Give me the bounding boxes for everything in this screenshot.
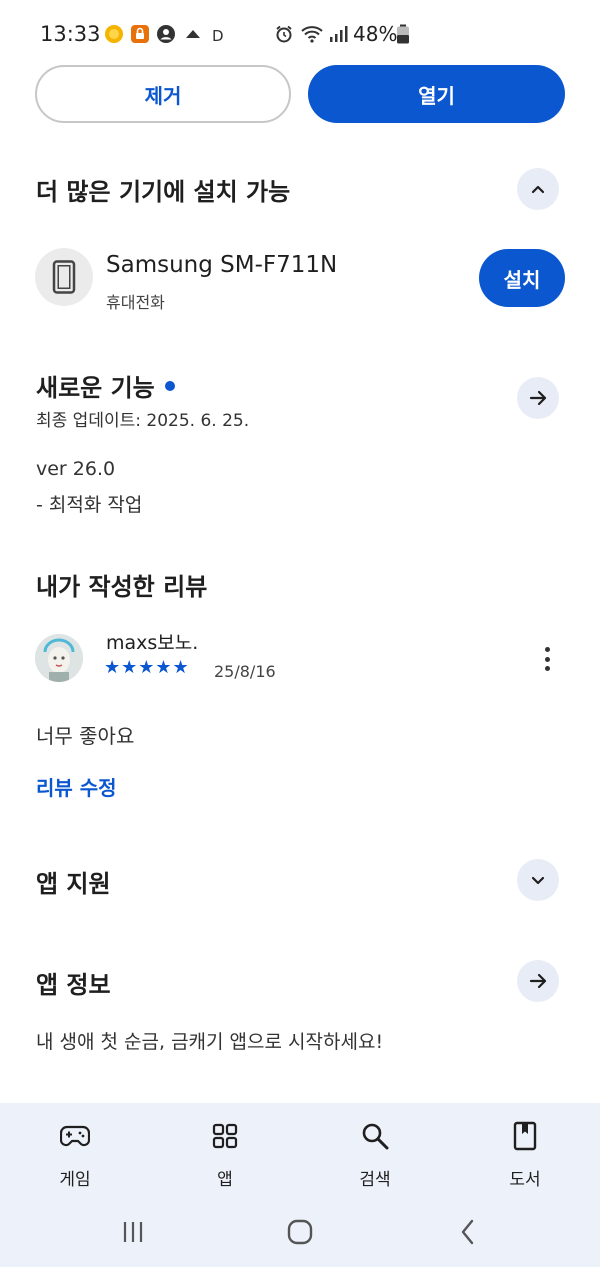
back-chevron-icon (461, 1219, 474, 1245)
battery-icon (396, 24, 410, 44)
app-info-arrow-button[interactable] (517, 960, 559, 1002)
new-indicator-dot (164, 381, 175, 391)
more-devices-title: 더 많은 기기에 설치 가능 (36, 178, 291, 206)
status-indicator-letter: D (212, 27, 224, 45)
recents-button[interactable] (113, 1217, 153, 1247)
cloud-icon (183, 24, 203, 44)
arrow-right-icon (529, 973, 547, 989)
whats-new-title: 새로운 기능 (36, 368, 175, 403)
lock-app-icon (130, 24, 150, 44)
signal-icon (328, 24, 348, 44)
app-info-title: 앱 정보 (36, 971, 111, 999)
nav-item-apps[interactable]: 앱 (185, 1119, 265, 1190)
nav-item-search[interactable]: 검색 (335, 1119, 415, 1190)
version-text: ver 26.0 (36, 458, 116, 480)
apps-grid-icon (185, 1119, 265, 1153)
book-icon (485, 1119, 565, 1153)
status-bar: 13:33 D 48% (0, 0, 600, 70)
review-date: 25/8/16 (214, 662, 276, 681)
app-support-expand-button[interactable] (517, 859, 559, 901)
device-name: Samsung SM-F711N (106, 252, 338, 278)
open-button[interactable]: 열기 (308, 65, 565, 123)
more-options-button[interactable] (535, 642, 559, 676)
alarm-icon (274, 24, 294, 44)
version-note: - 최적화 작업 (36, 494, 143, 516)
system-navigation-bar (0, 1203, 600, 1267)
nav-label-apps: 앱 (217, 1170, 233, 1190)
reviewer-avatar (35, 634, 83, 682)
nav-label-search: 검색 (359, 1170, 391, 1190)
account-icon (156, 24, 176, 44)
chevron-down-icon (531, 876, 545, 885)
status-time: 13:33 (40, 22, 101, 46)
back-button[interactable] (448, 1217, 488, 1247)
nav-label-games: 게임 (59, 1170, 91, 1190)
app-description: 내 생애 첫 순금, 금캐기 앱으로 시작하세요! (36, 1031, 384, 1053)
review-text: 너무 좋아요 (36, 724, 135, 748)
home-icon (287, 1219, 313, 1245)
whats-new-arrow-button[interactable] (517, 377, 559, 419)
last-updated: 최종 업데이트: 2025. 6. 25. (36, 411, 250, 431)
device-avatar (35, 248, 93, 306)
primary-actions: 제거 열기 (35, 65, 565, 125)
home-button[interactable] (280, 1217, 320, 1247)
device-type: 휴대전화 (106, 293, 165, 312)
my-review-title: 내가 작성한 리뷰 (36, 573, 208, 601)
recents-icon (123, 1222, 143, 1242)
chevron-up-icon (531, 185, 545, 194)
more-vert-icon (544, 647, 550, 652)
search-icon (335, 1119, 415, 1153)
nav-item-books[interactable]: 도서 (485, 1119, 565, 1190)
whats-new-title-text: 새로운 기능 (36, 374, 155, 402)
nav-label-books: 도서 (509, 1170, 541, 1190)
gamepad-icon (35, 1119, 115, 1153)
remove-button[interactable]: 제거 (35, 65, 291, 123)
battery-percent: 48% (353, 22, 398, 46)
phone-icon (52, 260, 76, 294)
install-button[interactable]: 설치 (479, 249, 565, 307)
app-support-title: 앱 지원 (36, 870, 111, 898)
coin-icon (104, 24, 124, 44)
reviewer-name: maxs보노. (106, 632, 199, 654)
nav-item-games[interactable]: 게임 (35, 1119, 115, 1190)
collapse-button[interactable] (517, 168, 559, 210)
edit-review-link[interactable]: 리뷰 수정 (36, 772, 117, 801)
wifi-icon (300, 24, 326, 44)
arrow-right-icon (529, 390, 547, 406)
star-rating: ★★★★★ (104, 657, 190, 678)
